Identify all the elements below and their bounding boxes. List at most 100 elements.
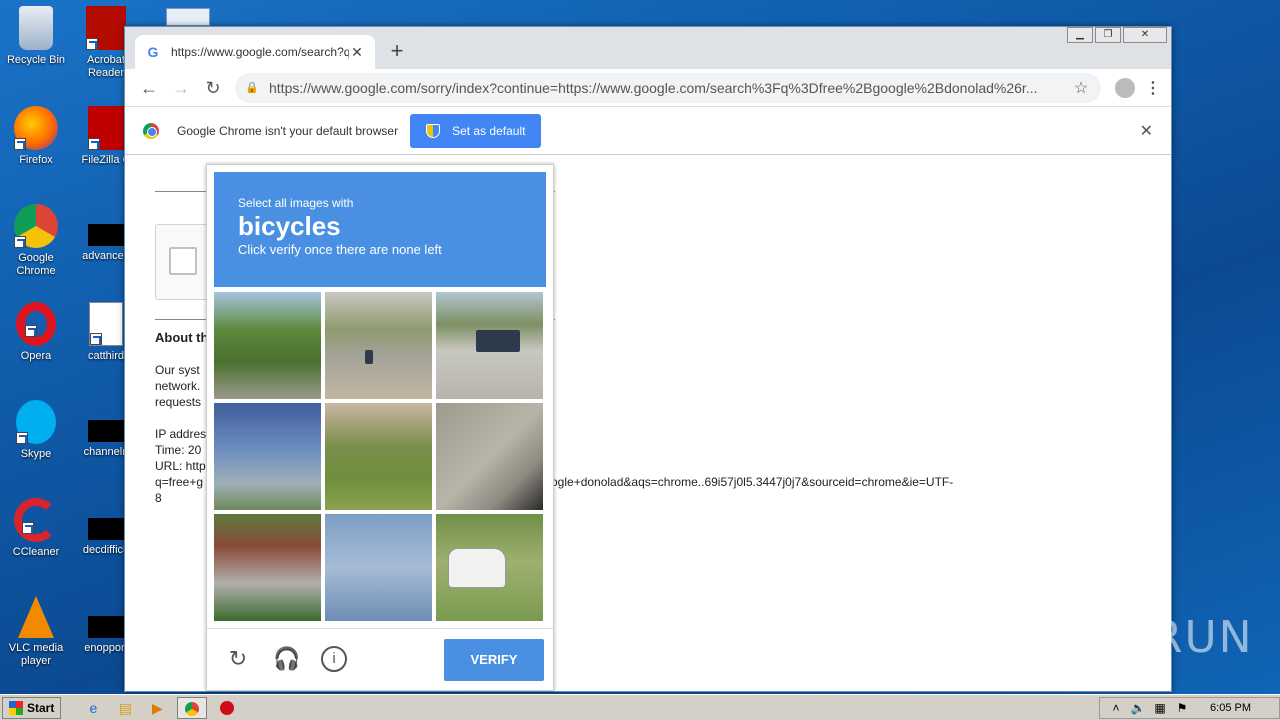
shortcut-arrow-icon xyxy=(90,333,102,345)
windows-flag-icon xyxy=(9,700,23,715)
start-label: Start xyxy=(27,700,55,715)
reload-challenge-icon[interactable]: ↻ xyxy=(225,646,251,672)
profile-avatar[interactable] xyxy=(1115,77,1135,98)
desktop-icon-label: Google Chrome xyxy=(16,252,56,277)
redacted-icon xyxy=(88,224,124,246)
url-label: URL: http xyxy=(155,459,206,473)
address-bar[interactable]: 🔒 https://www.google.com/sorry/index?con… xyxy=(235,72,1101,103)
volume-icon[interactable]: 🔈 xyxy=(1130,701,1146,715)
time-label: Time: 20 xyxy=(155,443,202,457)
desktop-icon-label: channelri xyxy=(83,446,129,458)
shortcut-arrow-icon xyxy=(86,38,98,50)
chrome-taskbar-icon[interactable] xyxy=(177,696,208,719)
desktop-icon-label: catthird xyxy=(87,350,125,362)
explorer-taskbar-icon[interactable]: ▤ xyxy=(113,697,137,719)
verify-button[interactable]: VERIFY xyxy=(444,639,544,681)
infobar-message: Google Chrome isn't your default browser xyxy=(177,123,399,138)
desktop-icon-skype[interactable]: Skype xyxy=(4,400,68,461)
image-tile[interactable] xyxy=(325,403,432,510)
image-tile[interactable] xyxy=(325,514,432,621)
set-as-default-button[interactable]: Set as default xyxy=(410,113,542,148)
reload-button[interactable]: ↻ xyxy=(197,72,229,104)
challenge-footer: ↻ 🎧 i VERIFY xyxy=(207,628,553,691)
desktop-icon-recycle-bin[interactable]: Recycle Bin xyxy=(4,6,68,67)
redacted-icon xyxy=(88,616,124,638)
desktop-icon-google-chrome[interactable]: Google Chrome xyxy=(4,204,68,278)
info-icon[interactable]: i xyxy=(321,646,347,672)
tab-close-icon[interactable]: ✕ xyxy=(349,44,365,61)
taskbar: Start e ▤ ▶ ˄ 🔈 ▦ ⚑ 6:05 PM xyxy=(0,694,1280,720)
opera-taskbar-icon[interactable] xyxy=(215,697,239,719)
desktop-icon-label: Acrobat Reader xyxy=(87,54,125,79)
word-document-icon xyxy=(89,302,123,346)
tab-strip: G https://www.google.com/search?q= ✕ + ▁… xyxy=(125,27,1171,69)
redacted-file-icon xyxy=(166,8,210,26)
image-tile[interactable] xyxy=(214,403,321,510)
forward-button[interactable]: → xyxy=(165,72,197,104)
window-close-button[interactable]: ✕ xyxy=(1123,27,1167,43)
page-text-line: requests xyxy=(155,395,202,409)
redacted-icon xyxy=(88,518,124,540)
infobar-close-icon[interactable]: ✕ xyxy=(1140,121,1153,141)
start-button[interactable]: Start xyxy=(2,696,62,719)
browser-toolbar: ← → ↻ 🔒 https://www.google.com/sorry/ind… xyxy=(125,69,1171,107)
image-tile[interactable] xyxy=(325,292,432,399)
desktop-icon-vlc[interactable]: VLC media player xyxy=(4,596,68,668)
recaptcha-checkbox[interactable] xyxy=(169,247,197,275)
network-icon[interactable]: ▦ xyxy=(1152,701,1168,715)
bookmark-star-icon[interactable]: ☆ xyxy=(1071,78,1091,98)
shortcut-arrow-icon xyxy=(14,138,26,150)
skype-icon xyxy=(16,400,56,444)
desktop-icon-ccleaner[interactable]: CCleaner xyxy=(4,498,68,559)
car-shape xyxy=(448,548,506,588)
minimize-button[interactable]: ▁ xyxy=(1067,27,1093,43)
desktop-icon-label: advanced xyxy=(82,250,130,262)
vlc-cone-icon xyxy=(18,596,54,638)
chrome-menu-icon[interactable]: ⋮ xyxy=(1143,78,1163,98)
ie-taskbar-icon[interactable]: e xyxy=(81,697,105,719)
chrome-icon xyxy=(14,204,58,248)
desktop-icon-label: VLC media player xyxy=(8,642,64,667)
opera-icon xyxy=(16,302,56,346)
page-text-line: network. xyxy=(155,379,201,393)
desktop-icon-label: Skype xyxy=(20,448,52,460)
media-player-taskbar-icon[interactable]: ▶ xyxy=(145,697,169,719)
audio-challenge-icon[interactable]: 🎧 xyxy=(273,646,300,672)
acrobat-icon xyxy=(86,6,126,50)
challenge-target: bicycles xyxy=(238,211,341,241)
tab-active[interactable]: G https://www.google.com/search?q= ✕ xyxy=(135,35,375,69)
image-tile[interactable] xyxy=(214,292,321,399)
challenge-header: Select all images with bicycles Click ve… xyxy=(214,172,546,287)
image-tile[interactable] xyxy=(436,403,543,510)
image-grid xyxy=(214,292,546,624)
redacted-icon xyxy=(88,420,124,442)
image-tile[interactable] xyxy=(214,514,321,621)
desktop-icon-opera[interactable]: Opera xyxy=(4,302,68,363)
desktop-icon-label: enopport xyxy=(84,642,128,654)
lock-icon: 🔒 xyxy=(245,82,259,94)
firefox-icon xyxy=(14,106,58,150)
back-button[interactable]: ← xyxy=(133,72,165,104)
shortcut-arrow-icon xyxy=(88,138,100,150)
cyclists-shape xyxy=(476,330,520,352)
url-tail-text: ogle+donolad&aqs=chrome..69i57j0l5.3447j… xyxy=(551,475,954,489)
anyrun-watermark: ANY RUN xyxy=(1040,612,1254,663)
recaptcha-challenge: Select all images with bicycles Click ve… xyxy=(206,164,554,691)
uac-shield-icon xyxy=(426,123,441,138)
ip-address-label: IP addres xyxy=(155,427,207,441)
shortcut-arrow-icon xyxy=(16,432,28,444)
restore-button[interactable]: ❐ xyxy=(1095,27,1121,43)
image-tile[interactable] xyxy=(436,292,543,399)
new-tab-button[interactable]: + xyxy=(385,39,409,63)
shortcut-arrow-icon xyxy=(25,325,37,337)
desktop-icon-firefox[interactable]: Firefox xyxy=(4,106,68,167)
image-tile[interactable] xyxy=(436,514,543,621)
google-favicon-icon: G xyxy=(147,44,159,60)
clock[interactable]: 6:05 PM xyxy=(1210,702,1251,714)
desktop-icon-label: Firefox xyxy=(19,154,53,166)
shortcut-arrow-icon xyxy=(22,522,34,534)
show-hidden-icons-icon[interactable]: ˄ xyxy=(1108,701,1124,715)
action-center-flag-icon[interactable]: ⚑ xyxy=(1174,701,1190,715)
shortcut-arrow-icon xyxy=(14,236,26,248)
url-text: https://www.google.com/sorry/index?conti… xyxy=(269,79,1038,96)
